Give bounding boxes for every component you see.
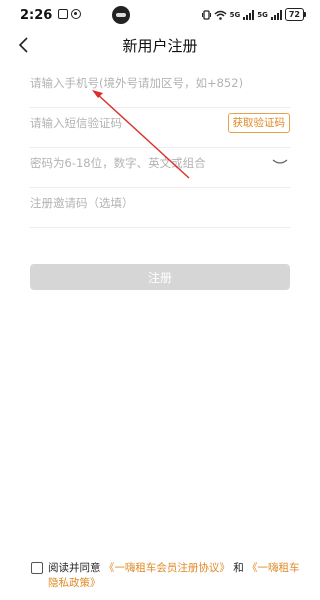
notification-icons xyxy=(58,9,81,19)
agreement-checkbox[interactable] xyxy=(31,562,43,574)
wifi-icon xyxy=(214,10,227,20)
agreement-text: 阅读并同意 《一嗨租车会员注册协议》 和 《一嗨租车隐私政策》 xyxy=(48,561,306,591)
register-button[interactable]: 注册 xyxy=(30,264,290,290)
eye-notification-icon xyxy=(71,9,81,19)
status-bar: 2:26 5G 5G 72 xyxy=(0,0,320,30)
page-title: 新用户注册 xyxy=(122,37,198,55)
eye-closed-icon[interactable] xyxy=(272,157,288,167)
vibrate-icon xyxy=(201,9,211,20)
signal-icon-2 xyxy=(270,9,282,20)
header: 新用户注册 xyxy=(0,30,320,60)
member-agreement-link[interactable]: 《一嗨租车会员注册协议》 xyxy=(104,562,230,574)
app-notification-icon xyxy=(58,9,68,19)
network-label-2: 5G xyxy=(257,10,268,19)
battery-icon: 72 xyxy=(284,8,307,21)
camera-cutout-icon xyxy=(112,6,130,24)
status-right-icons: 5G 5G 72 xyxy=(201,8,307,21)
agreement-conjunction: 和 xyxy=(233,562,244,574)
invite-code-row xyxy=(30,179,290,228)
network-label-1: 5G xyxy=(229,10,241,19)
invite-code-input[interactable] xyxy=(30,179,290,227)
get-code-button[interactable]: 获取验证码 xyxy=(227,113,290,133)
agreement-prefix: 阅读并同意 xyxy=(48,562,101,574)
signal-icon-1 xyxy=(243,9,255,20)
status-time: 2:26 xyxy=(20,8,53,23)
